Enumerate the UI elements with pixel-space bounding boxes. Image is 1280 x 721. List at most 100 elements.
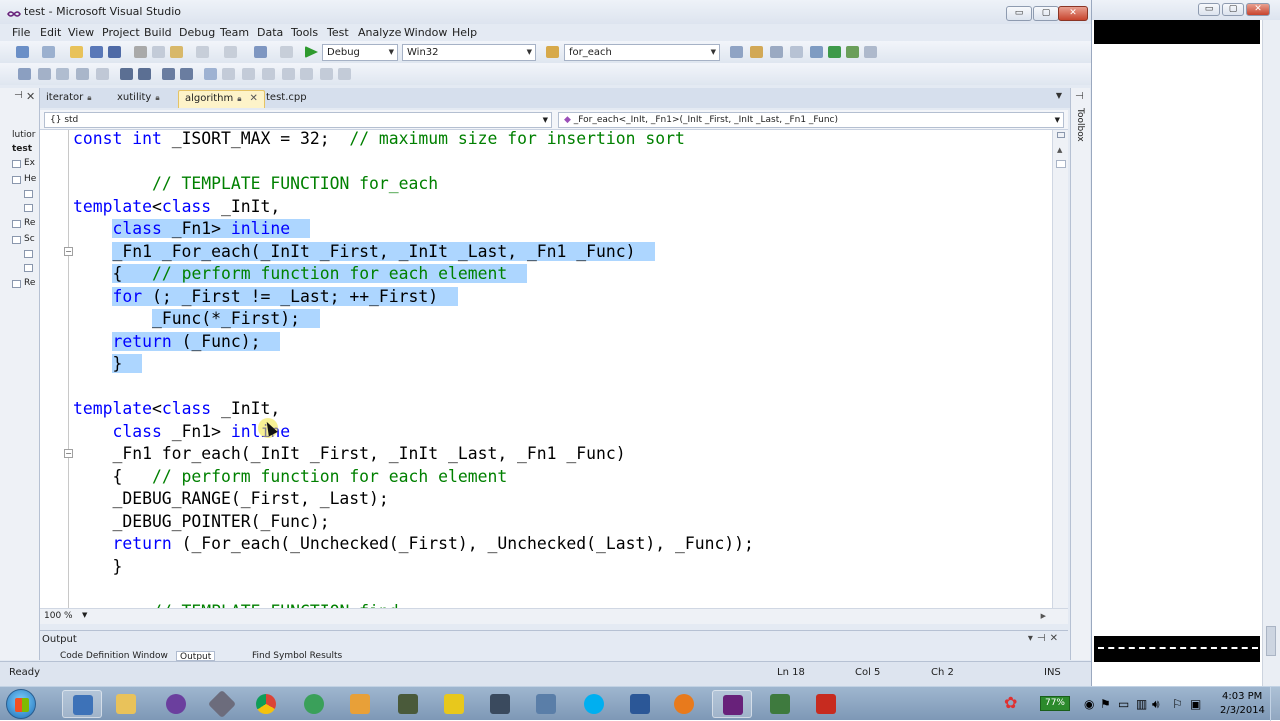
properties-icon[interactable] [770,46,783,58]
tray-app-icon[interactable]: ▣ [1190,697,1201,711]
title-bar[interactable]: test - Microsoft Visual Studio ▭ ▢ ✕ [0,0,1091,24]
solution-configuration-combo[interactable]: Debug ▼ [322,44,398,61]
navigate-backward-icon[interactable] [254,46,267,58]
code-line[interactable]: } [73,353,143,375]
previous-bookmark-in-folder-icon[interactable] [262,68,275,80]
undo-icon[interactable] [196,46,209,58]
split-handle-icon[interactable] [1057,132,1065,138]
taskbar-tool[interactable] [202,689,242,719]
second-window-scrollbar[interactable] [1262,20,1280,686]
menu-edit[interactable]: Edit [40,26,61,39]
menu-test[interactable]: Test [327,26,349,39]
taskbar-winamp[interactable] [434,690,474,718]
show-desktop-button[interactable] [1270,687,1280,721]
pin-icon[interactable]: ⊣ [14,90,23,101]
more-windows-icon[interactable] [864,46,877,58]
code-line[interactable]: const int _ISORT_MAX = 32; // maximum si… [73,130,685,150]
redo-icon[interactable] [224,46,237,58]
power-icon[interactable]: ◉ [1084,697,1094,711]
tab-iterator[interactable]: iterator 🔒︎ [40,90,98,108]
tab-find-symbol-results[interactable]: Find Symbol Results [252,651,342,661]
navigate-forward-icon[interactable] [280,46,293,58]
tab-output[interactable]: Output [176,651,216,661]
pin-icon[interactable]: ⊣ [1075,91,1084,102]
code-line[interactable]: return (_Func); [73,331,281,353]
taskbar-app-green[interactable] [760,690,800,718]
code-line[interactable]: _DEBUG_RANGE(_First, _Last); [73,488,388,510]
maximize-button[interactable]: ▢ [1033,6,1059,21]
restore-icon[interactable]: ▢ [1222,3,1244,16]
code-line[interactable]: for (; _First != _Last; ++_First) [73,286,458,308]
menu-tools[interactable]: Tools [291,26,318,39]
taskbar-chrome[interactable] [246,690,286,718]
monitor-icon[interactable]: ▭ [1118,697,1129,711]
tab-code-definition-window[interactable]: Code Definition Window [60,651,168,661]
taskbar-calculator[interactable] [526,690,566,718]
tab-test-cpp[interactable]: test.cpp [260,90,313,108]
header-files-node[interactable]: He [24,174,38,184]
taskbar-film[interactable] [480,690,520,718]
code-line[interactable]: _Fn1 _For_each(_InIt _First, _InIt _Last… [73,241,656,263]
minimize-button[interactable]: ▭ [1006,6,1032,21]
paste-icon[interactable] [170,46,183,58]
scroll-thumb[interactable] [1266,626,1276,656]
quick-info-icon[interactable] [56,68,69,80]
code-line[interactable]: template<class _InIt, [73,196,280,218]
scroll-right-icon[interactable]: ▶ [1041,612,1046,620]
find-icon[interactable] [730,46,743,58]
taskbar-remote-desktop[interactable] [62,690,102,718]
collapse-toggle[interactable]: − [64,247,73,256]
collapse-toggle[interactable]: − [64,449,73,458]
taskbar-skype[interactable] [574,690,614,718]
code-line[interactable]: } [73,556,122,578]
code-line[interactable]: template<class _InIt, [73,398,280,420]
display-object-member-list-icon[interactable] [18,68,31,80]
source-files-node[interactable]: Sc [24,234,38,244]
clock-date[interactable]: 2/3/2014 [1220,705,1265,716]
taskbar-media[interactable] [156,690,196,718]
menu-debug[interactable]: Debug [179,26,215,39]
taskbar-acrobat[interactable] [806,690,846,718]
code-line[interactable]: // TEMPLATE FUNCTION find [73,601,399,609]
readme-node[interactable]: Re [24,278,38,288]
clock-time[interactable]: 4:03 PM [1222,691,1262,702]
menu-window[interactable]: Window [404,26,447,39]
code-line[interactable]: class _Fn1> inline [73,218,310,240]
vertical-scrollbar[interactable]: ▲ [1052,130,1068,608]
comment-out-icon[interactable] [162,68,175,80]
next-bookmark-in-document-icon[interactable] [320,68,333,80]
menu-view[interactable]: View [68,26,94,39]
close-tab-icon[interactable]: ✕ [250,91,258,107]
taskbar-outlook[interactable] [340,690,380,718]
menu-build[interactable]: Build [144,26,172,39]
code-line[interactable]: return (_For_each(_Unchecked(_First), _U… [73,533,753,555]
menu-help[interactable]: Help [452,26,477,39]
close-icon[interactable]: ✕ [26,90,35,103]
open-folder-icon[interactable] [70,46,83,58]
second-window-title-bar[interactable]: ▭ ▢ ✕ [1092,0,1280,20]
new-project-icon[interactable] [16,46,29,58]
start-page-icon[interactable] [828,46,841,58]
notification-icon[interactable]: ✿ [1004,693,1017,712]
menu-file[interactable]: File [12,26,30,39]
find-combo[interactable]: for_each ▼ [564,44,720,61]
code-editor[interactable]: − − const int _ISORT_MAX = 32; // maximu… [40,130,1052,608]
solution-explorer-icon[interactable] [750,46,763,58]
toolbox-icon[interactable] [810,46,823,58]
solution-platform-combo[interactable]: Win32 ▼ [402,44,536,61]
code-line[interactable]: _Func(*_First); [73,308,320,330]
taskbar-word[interactable] [620,690,660,718]
previous-bookmark-icon[interactable] [222,68,235,80]
solution-node[interactable]: lutior [12,130,38,140]
start-debugging-icon[interactable] [305,46,318,58]
flag-icon[interactable]: ⚐ [1172,697,1183,711]
next-bookmark-icon[interactable] [242,68,255,80]
close-icon[interactable]: ✕ [1246,3,1270,16]
copy-icon[interactable] [152,46,165,58]
taskbar-player[interactable] [664,690,704,718]
cut-icon[interactable] [134,46,147,58]
scroll-up-icon[interactable]: ▲ [1057,146,1062,154]
network-icon[interactable]: ▥ [1136,697,1147,711]
action-center-icon[interactable]: ⚑ [1100,697,1111,711]
chevron-down-icon[interactable]: ▼ [82,611,87,619]
